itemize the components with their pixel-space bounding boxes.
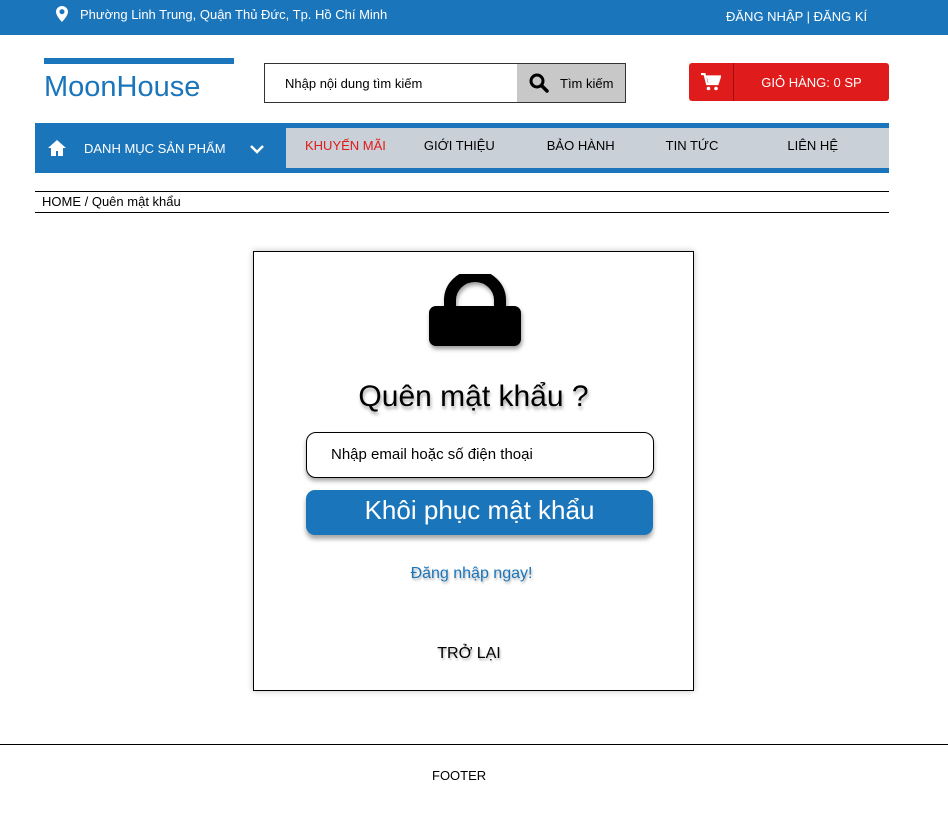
logo[interactable]: MoonHouse bbox=[44, 58, 234, 100]
email-field-box bbox=[306, 432, 654, 478]
nav-item-warranty[interactable]: BẢO HÀNH bbox=[547, 128, 615, 168]
search-input[interactable] bbox=[265, 64, 517, 102]
nav-item-about[interactable]: GIỚI THIỆU bbox=[424, 128, 495, 168]
address-text: Phường Linh Trung, Quận Thủ Đức, Tp. Hồ … bbox=[80, 6, 388, 22]
svg-text:MoonHouse: MoonHouse bbox=[44, 71, 200, 100]
nav-menu: KHUYẾN MÃI GIỚI THIỆU BẢO HÀNH TIN TỨC L… bbox=[286, 128, 889, 168]
login-now-link[interactable]: Đăng nhập ngay! bbox=[252, 565, 691, 583]
search-button[interactable]: Tìm kiếm bbox=[517, 64, 625, 102]
breadcrumb-home[interactable]: HOME bbox=[42, 194, 81, 209]
nav-item-promotions[interactable]: KHUYẾN MÃI bbox=[305, 128, 386, 168]
search-icon bbox=[529, 73, 549, 93]
auth-links: ĐĂNG NHẬP | ĐĂNG KÍ bbox=[726, 9, 867, 24]
breadcrumb-separator: / bbox=[81, 194, 92, 209]
search-button-label: Tìm kiếm bbox=[560, 75, 614, 91]
breadcrumb-current: Quên mật khẩu bbox=[91, 194, 181, 209]
home-icon bbox=[48, 140, 66, 156]
location-pin-icon bbox=[56, 6, 68, 22]
search-bar: Tìm kiếm bbox=[264, 63, 626, 103]
breadcrumb: HOME / Quên mật khẩu bbox=[35, 191, 889, 213]
cart-icon-box bbox=[689, 63, 734, 101]
nav-item-contact[interactable]: LIÊN HỆ bbox=[787, 128, 838, 168]
cart-label: GIỎ HÀNG: 0 SP bbox=[761, 74, 862, 90]
page-title: Quên mật khẩu ? bbox=[358, 380, 589, 413]
footer-label: FOOTER bbox=[432, 768, 487, 783]
chevron-down-icon bbox=[250, 145, 264, 154]
lock-icon bbox=[429, 274, 521, 346]
email-field[interactable] bbox=[329, 433, 633, 475]
main-nav: DANH MỤC SẢN PHẨM KHUYẾN MÃI GIỚI THIỆU … bbox=[35, 123, 889, 173]
recover-password-button[interactable]: Khôi phục mật khẩu bbox=[306, 490, 653, 535]
category-label: DANH MỤC SẢN PHẨM bbox=[84, 140, 226, 156]
cart-button[interactable]: GIỎ HÀNG: 0 SP bbox=[689, 63, 889, 101]
auth-separator: | bbox=[803, 9, 814, 24]
register-link[interactable]: ĐĂNG KÍ bbox=[814, 9, 867, 24]
address: Phường Linh Trung, Quận Thủ Đức, Tp. Hồ … bbox=[55, 6, 387, 22]
footer: FOOTER bbox=[0, 744, 948, 815]
top-bar: Phường Linh Trung, Quận Thủ Đức, Tp. Hồ … bbox=[0, 0, 948, 35]
back-button[interactable]: TRỞ LẠI bbox=[254, 645, 684, 663]
category-menu[interactable]: DANH MỤC SẢN PHẨM bbox=[35, 123, 286, 173]
login-link[interactable]: ĐĂNG NHẬP bbox=[726, 9, 803, 24]
cart-icon bbox=[701, 73, 721, 91]
nav-item-news[interactable]: TIN TỨC bbox=[666, 128, 719, 168]
forgot-password-card: Quên mật khẩu ? Khôi phục mật khẩu Đăng … bbox=[253, 251, 694, 691]
